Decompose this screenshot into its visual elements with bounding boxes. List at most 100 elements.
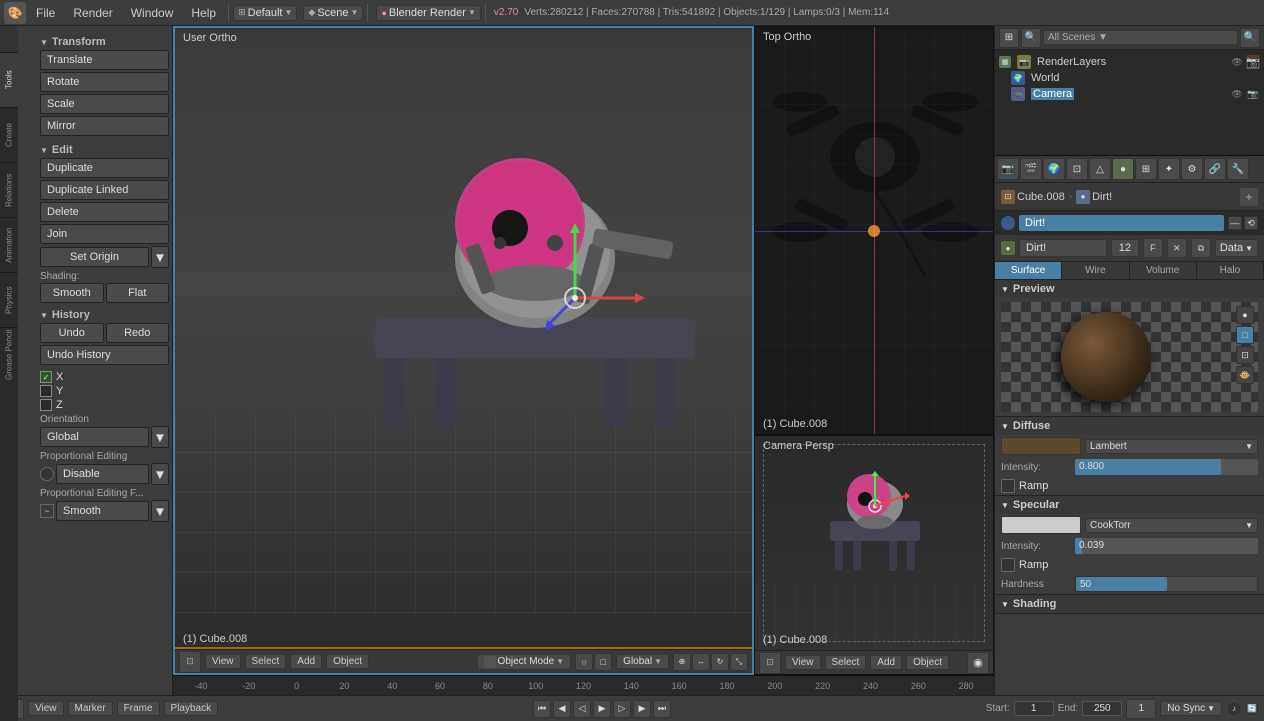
diffuse-shader-select[interactable]: Lambert ▼ <box>1085 439 1258 454</box>
renderlayers-vis[interactable]: 👁 <box>1230 55 1244 69</box>
prop-falloff-value[interactable]: Smooth <box>56 501 149 521</box>
rotate-icon[interactable]: ↻ <box>711 653 729 671</box>
sidebar-tab-tools[interactable]: Tools <box>0 52 18 107</box>
topright-viewport[interactable]: Top Ortho (1) Cube.008 <box>754 26 994 435</box>
surface-tab-volume[interactable]: Volume <box>1130 262 1197 279</box>
start-frame-input[interactable]: 1 <box>1014 701 1054 716</box>
ramp-checkbox[interactable] <box>1001 479 1015 493</box>
camera-vis[interactable]: 👁 <box>1230 87 1244 101</box>
sidebar-tab-animation[interactable]: Animation <box>0 217 18 272</box>
surface-tab-halo[interactable]: Halo <box>1197 262 1264 279</box>
toolbar-select[interactable]: Select <box>245 654 287 669</box>
vp-icon-1[interactable]: ○ <box>575 653 593 671</box>
orientation-expand[interactable]: ▼ <box>151 426 169 448</box>
prop-icon-object[interactable]: ⊡ <box>1066 158 1088 180</box>
move-icon[interactable]: ↔ <box>692 653 710 671</box>
outliner-search[interactable]: 🔍 <box>1240 28 1260 48</box>
set-origin-button[interactable]: Set Origin <box>40 247 149 267</box>
rotate-button[interactable]: Rotate <box>40 72 169 92</box>
translate-button[interactable]: Translate <box>40 50 169 70</box>
play-btn[interactable]: ▶ <box>593 700 611 718</box>
flat-button[interactable]: Flat <box>106 283 170 303</box>
renderlayers-render[interactable]: 📷 <box>1246 55 1260 69</box>
prop-icon-particles[interactable]: ✦ <box>1158 158 1180 180</box>
specular-shader-select[interactable]: CookTorr ▼ <box>1085 518 1258 533</box>
prop-icon-render[interactable]: 📷 <box>997 158 1019 180</box>
br-toolbar-select[interactable]: Select <box>825 655 867 670</box>
axis-y-checkbox[interactable] <box>40 385 52 397</box>
menu-file[interactable]: File <box>28 4 63 22</box>
specular-color-picker[interactable] <box>1001 516 1081 534</box>
sidebar-tab-physics[interactable]: Physics <box>0 272 18 327</box>
br-toolbar-view[interactable]: View <box>785 655 821 670</box>
first-frame-btn[interactable]: ⏮ <box>533 700 551 718</box>
prev-monkey-icon[interactable]: 🐵 <box>1236 366 1254 384</box>
axis-z-checkbox[interactable] <box>40 399 52 411</box>
mat-x-btn[interactable]: ✕ <box>1167 238 1187 258</box>
toolbar-add[interactable]: Add <box>290 654 322 669</box>
prop-icon-constraints[interactable]: 🔗 <box>1204 158 1226 180</box>
prop-icon-physics[interactable]: ⚙ <box>1181 158 1203 180</box>
undo-button[interactable]: Undo <box>40 323 104 343</box>
prop-icon-material[interactable]: ● <box>1112 158 1134 180</box>
duplicate-button[interactable]: Duplicate <box>40 158 169 178</box>
scale-icon[interactable]: ⤡ <box>730 653 748 671</box>
vp-icon-2[interactable]: □ <box>594 653 612 671</box>
mat-data-select[interactable]: Data ▼ <box>1215 239 1258 257</box>
br-mode-icon[interactable]: ⊡ <box>759 652 781 674</box>
scene-display[interactable]: Scene <box>317 7 348 19</box>
sidebar-tab-relations[interactable]: Relations <box>0 162 18 217</box>
main-viewport[interactable]: User Ortho (1) Cube.008 ⊡ View Select Ad… <box>173 26 754 675</box>
toolbar-object[interactable]: Object <box>326 654 369 669</box>
prev-keyframe-btn[interactable]: ◁ <box>573 700 591 718</box>
camera-render[interactable]: 📷 <box>1246 87 1260 101</box>
prop-icon-modifiers[interactable]: 🔧 <box>1227 158 1249 180</box>
surface-tab-surface[interactable]: Surface <box>995 262 1062 279</box>
redo-button[interactable]: Redo <box>106 323 170 343</box>
menu-help[interactable]: Help <box>183 4 224 22</box>
edit-section-header[interactable]: ▼ Edit <box>40 142 169 158</box>
menu-render[interactable]: Render <box>65 4 120 22</box>
material-sync[interactable]: ⟲ <box>1244 216 1258 230</box>
snap-icon[interactable]: ⊕ <box>673 653 691 671</box>
surface-tab-wire[interactable]: Wire <box>1062 262 1129 279</box>
toolbar-view[interactable]: View <box>205 654 241 669</box>
br-icon-right[interactable]: ◉ <box>967 652 989 674</box>
spec-intensity-slider[interactable]: 0.039 <box>1075 538 1258 554</box>
undo-history-button[interactable]: Undo History <box>40 345 169 365</box>
sidebar-tab-create[interactable]: Create <box>0 107 18 162</box>
sidebar-tab-grease[interactable]: Grease Pencil <box>0 327 18 382</box>
outliner-icon-2[interactable]: 🔍 <box>1021 28 1041 48</box>
material-name-field[interactable]: Dirt! <box>1019 215 1224 231</box>
transform-section-header[interactable]: ▼ Transform <box>40 34 169 50</box>
last-frame-btn[interactable]: ⏭ <box>653 700 671 718</box>
hardness-slider[interactable]: 50 <box>1075 576 1258 592</box>
bc-add-btn[interactable]: + <box>1240 188 1258 206</box>
menu-window[interactable]: Window <box>123 4 182 22</box>
outliner-filter[interactable]: All Scenes ▼ <box>1043 30 1238 45</box>
intensity-slider[interactable]: 0.800 <box>1075 459 1258 475</box>
global-select[interactable]: Global ▼ <box>616 654 669 669</box>
specular-section-header[interactable]: ▼ Specular <box>995 496 1264 514</box>
prev-cube-icon[interactable]: ⊡ <box>1236 346 1254 364</box>
prop-icon-mesh[interactable]: △ <box>1089 158 1111 180</box>
end-frame-input[interactable]: 250 <box>1082 701 1122 716</box>
material-minus[interactable]: — <box>1228 216 1242 230</box>
prop-editing-value[interactable]: Disable <box>56 464 149 484</box>
timeline-view[interactable]: View <box>28 701 64 716</box>
object-mode-select[interactable]: Object Mode ▼ <box>477 654 572 670</box>
prop-icon-texture[interactable]: ⊞ <box>1135 158 1157 180</box>
mode-display[interactable]: Default <box>248 7 283 19</box>
timeline-marker[interactable]: Marker <box>68 701 113 716</box>
prev-frame-btn[interactable]: ◀ <box>553 700 571 718</box>
set-origin-expand[interactable]: ▼ <box>151 246 169 268</box>
timeline-frame[interactable]: Frame <box>117 701 160 716</box>
join-button[interactable]: Join <box>40 224 169 244</box>
prev-sphere-icon[interactable]: ● <box>1236 306 1254 324</box>
prev-plane-icon[interactable]: □ <box>1236 326 1254 344</box>
diffuse-section-header[interactable]: ▼ Diffuse <box>995 417 1264 435</box>
shading-section-header[interactable]: ▼ Shading <box>995 595 1264 613</box>
timeline-playback[interactable]: Playback <box>164 701 219 716</box>
prop-falloff-expand[interactable]: ▼ <box>151 500 169 522</box>
outliner-icon-1[interactable]: ⊞ <box>999 28 1019 48</box>
